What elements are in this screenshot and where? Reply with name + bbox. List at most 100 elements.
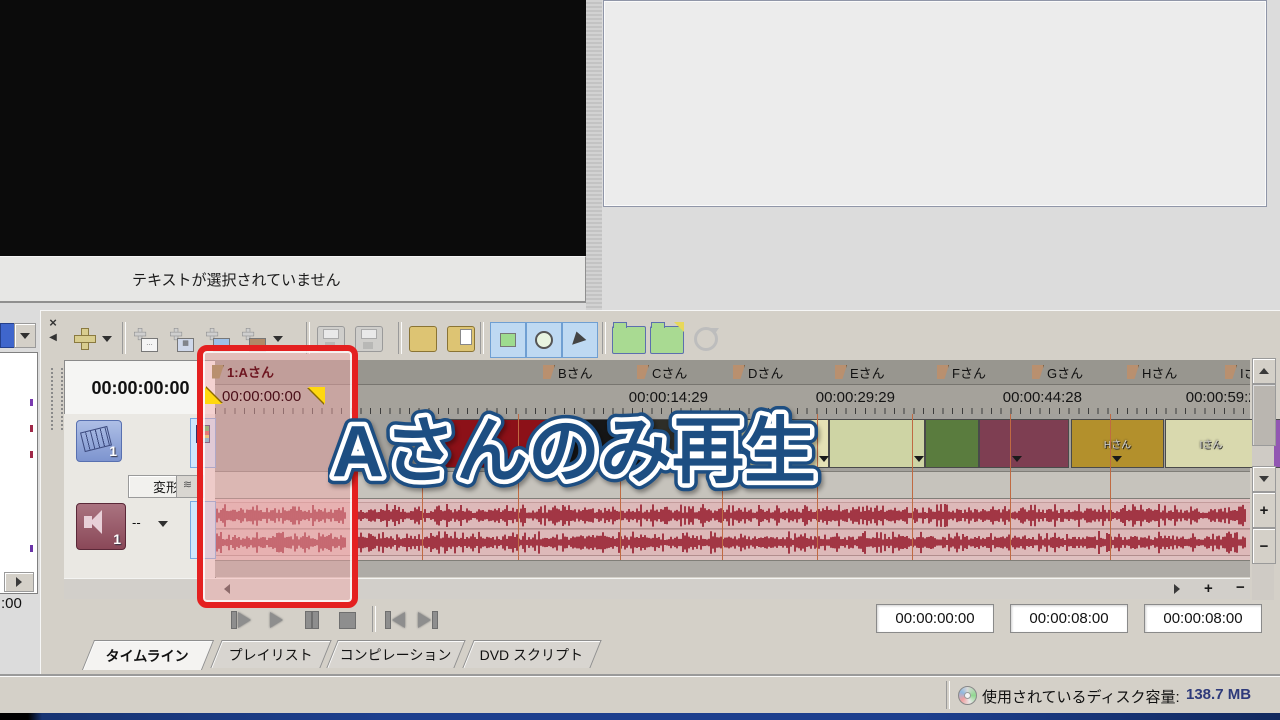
toolbar-separator <box>480 322 484 354</box>
disk-usage-value: 138.7 MB <box>1186 686 1251 703</box>
tab[interactable]: コンピレーション <box>326 640 465 668</box>
chapter-marker[interactable]: Gさん <box>1032 362 1083 382</box>
left-scroll-right-button[interactable] <box>4 572 34 592</box>
export-icon <box>447 326 475 352</box>
scroll-right-icon[interactable] <box>1174 584 1180 594</box>
auto-select-toggle-button[interactable] <box>562 322 598 358</box>
panel-splitter[interactable] <box>586 0 602 310</box>
chapter-flag-icon <box>1127 365 1139 379</box>
chapter-marker[interactable]: Dさん <box>733 362 783 382</box>
play-button[interactable] <box>270 606 283 634</box>
video-clip[interactable] <box>979 419 1069 468</box>
video-track-button[interactable]: 1 <box>76 420 122 462</box>
play-icon <box>270 612 283 628</box>
clip-label: Iさん <box>1200 436 1223 451</box>
edge-bar-icon <box>386 612 390 628</box>
status-bar: 使用されているディスク容量: 138.7 MB <box>0 676 1280 714</box>
video-preview-area <box>0 0 586 256</box>
export-button[interactable] <box>446 324 476 354</box>
chapter-marker[interactable]: Bさん <box>543 362 593 382</box>
audio-waveform-right[interactable] <box>215 529 1250 556</box>
folder-new-button[interactable] <box>650 326 684 354</box>
chapter-marker[interactable]: Eさん <box>835 362 885 382</box>
filmstrip-icon <box>80 426 112 452</box>
application-window: テキストが選択されていません × ◀ … ▦ 00:00:00:00 BさんCさ… <box>0 0 1280 720</box>
clip-out-handle-icon[interactable] <box>308 387 325 404</box>
close-icon[interactable]: × <box>46 316 60 330</box>
go-to-end-button[interactable] <box>418 606 437 634</box>
add-menu-button[interactable] <box>70 324 100 354</box>
highlighted-chapter-label: 1:Aさん <box>212 362 274 381</box>
left-combobox-selection[interactable] <box>0 323 15 348</box>
tab[interactable]: タイムライン <box>82 640 214 670</box>
filmstrip-icon: ▦ <box>177 338 194 352</box>
svg-text:Aさんのみ再生: Aさんのみ再生 <box>332 412 816 492</box>
ruler-timestamp: 00:00:59:28 <box>1155 389 1250 406</box>
video-track-number: 1 <box>109 443 117 459</box>
chapter-marker[interactable]: Fさん <box>937 362 986 382</box>
properties-panel <box>603 0 1267 207</box>
chapter-flag-icon <box>1225 365 1237 379</box>
chapter-header-row: BさんCさんDさんEさんFさんGさんHさんIさんJさん <box>215 360 1250 385</box>
list-mark <box>30 451 33 458</box>
clock-icon <box>535 331 553 349</box>
track-zoom-out-button[interactable]: − <box>1252 528 1276 564</box>
go-to-start-button[interactable] <box>386 606 405 634</box>
time-field[interactable]: 00:00:08:00 <box>1144 604 1262 633</box>
audio-mode-dropdown[interactable] <box>158 521 168 527</box>
chapter-label: Dさん <box>748 363 783 382</box>
snap-toggle-button[interactable] <box>490 322 526 358</box>
timeline-zoom-out-button[interactable]: − <box>1236 579 1245 596</box>
left-list-box[interactable] <box>0 352 38 594</box>
video-clip[interactable]: Iさん <box>1165 419 1257 468</box>
chapter-flag-icon <box>733 365 745 379</box>
scrollbar-thumb[interactable] <box>1252 384 1276 446</box>
floppy-disk-icon <box>355 326 383 352</box>
clip-in-handle-icon[interactable] <box>205 387 222 404</box>
clock-toggle-button[interactable] <box>526 322 562 358</box>
time-field[interactable]: 00:00:00:00 <box>876 604 994 633</box>
vertical-scrollbar[interactable]: + − <box>1252 358 1274 600</box>
stop-button[interactable] <box>340 606 355 634</box>
import-button[interactable] <box>408 324 438 354</box>
audio-track-button[interactable]: 1 <box>76 503 126 550</box>
add-menu-dropdown[interactable] <box>101 324 113 354</box>
list-mark <box>30 399 33 406</box>
play-icon <box>238 612 251 628</box>
ruler-timestamp: 00:00:44:28 <box>972 389 1082 406</box>
highlighted-clip-time: 00:00:00:00 <box>222 388 301 405</box>
track-zoom-in-button[interactable]: + <box>1252 492 1276 528</box>
tab[interactable]: DVD スクリプト <box>462 640 601 668</box>
scroll-down-button[interactable] <box>1252 466 1276 492</box>
play-icon <box>418 612 431 628</box>
timeline-zoom-in-button[interactable]: + <box>1204 580 1213 597</box>
refresh-button[interactable] <box>694 327 718 351</box>
transform-curve-button[interactable]: ≋ <box>176 475 199 498</box>
clipped-time-label: :00 <box>1 595 22 612</box>
chevron-down-icon <box>20 333 30 339</box>
add-chapter-button[interactable]: … <box>130 324 160 354</box>
chapter-marker[interactable]: Iさん <box>1225 362 1250 382</box>
add-clip-button[interactable]: ▦ <box>166 324 196 354</box>
status-separator <box>946 681 950 709</box>
audio-mode-value: -- <box>132 515 141 530</box>
folder-open-button[interactable] <box>612 326 646 354</box>
save-as-button[interactable] <box>354 324 384 354</box>
tab[interactable]: プレイリスト <box>210 640 331 668</box>
stop-icon <box>340 613 355 628</box>
transport-separator <box>372 606 376 632</box>
chapter-marker[interactable]: Cさん <box>637 362 687 382</box>
time-field[interactable]: 00:00:08:00 <box>1010 604 1128 633</box>
playhead-time-display: 00:00:00:00 <box>64 360 217 416</box>
left-combobox-dropdown[interactable] <box>14 323 36 348</box>
chapter-marker[interactable]: Hさん <box>1127 362 1177 382</box>
collapse-arrow-icon[interactable]: ◀ <box>46 331 60 345</box>
panel-drag-handle[interactable] <box>51 368 63 430</box>
play-left-icon <box>392 612 405 628</box>
play-step-button[interactable] <box>232 606 251 634</box>
chapter-flag-icon <box>637 365 649 379</box>
audio-waveform-left[interactable] <box>215 502 1250 529</box>
audio-track <box>215 499 1250 561</box>
scroll-up-button[interactable] <box>1252 358 1276 384</box>
pause-button[interactable] <box>306 606 318 634</box>
